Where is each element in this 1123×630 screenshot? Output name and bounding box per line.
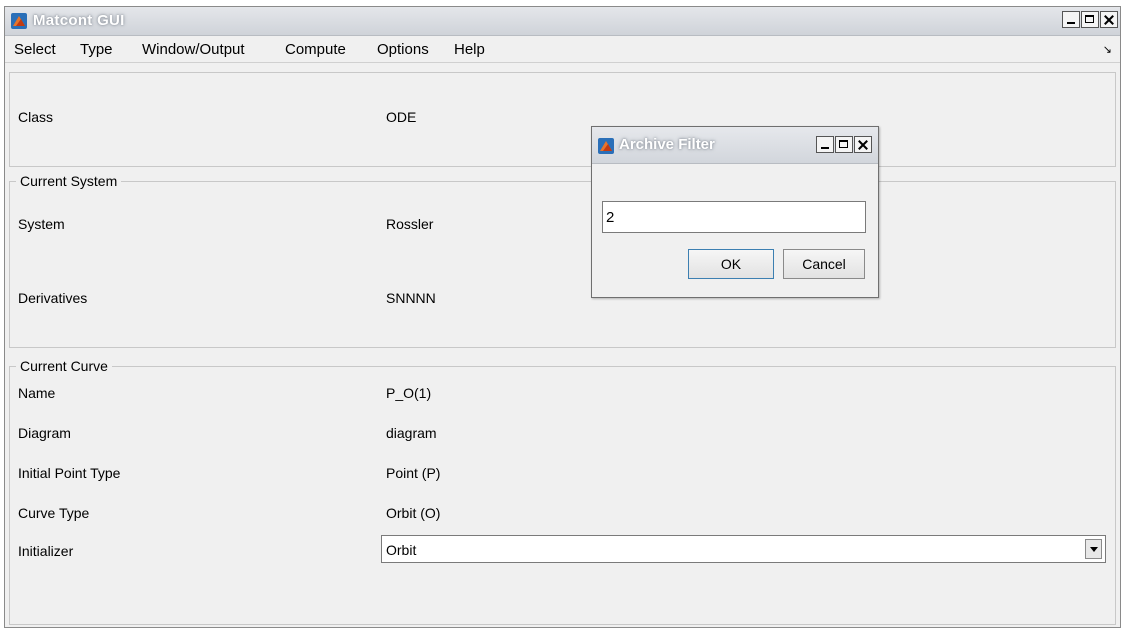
initializer-value: Orbit <box>386 542 417 558</box>
derivatives-value: SNNNN <box>386 290 436 306</box>
menu-compute[interactable]: Compute <box>285 41 346 58</box>
title-bar[interactable]: Matcont GUI <box>5 7 1120 36</box>
class-value: ODE <box>386 109 417 125</box>
dock-arrow-icon[interactable]: ↘ <box>1103 43 1112 56</box>
window-title: Matcont GUI <box>33 12 125 29</box>
initializer-label: Initializer <box>18 543 74 559</box>
matlab-icon <box>11 13 27 29</box>
dialog-close-button[interactable] <box>854 136 872 153</box>
current-curve-legend: Current Curve <box>16 358 112 374</box>
curve-name-label: Name <box>18 385 56 401</box>
dialog-maximize-button[interactable] <box>835 136 853 153</box>
minimize-button[interactable] <box>1062 11 1080 28</box>
curve-type-label: Curve Type <box>18 505 90 521</box>
dropdown-arrow-icon[interactable] <box>1085 539 1102 559</box>
menu-type[interactable]: Type <box>80 41 113 58</box>
system-label: System <box>18 216 65 232</box>
archive-filter-dialog: Archive Filter OK Cancel <box>591 126 879 298</box>
dialog-title: Archive Filter <box>619 136 715 153</box>
menu-window-output[interactable]: Window/Output <box>142 41 245 58</box>
ok-button[interactable]: OK <box>688 249 774 279</box>
diagram-label: Diagram <box>18 425 71 441</box>
initial-point-type-label: Initial Point Type <box>18 465 121 481</box>
derivatives-label: Derivatives <box>18 290 88 306</box>
close-button[interactable] <box>1100 11 1118 28</box>
menu-bar: Select Type Window/Output Compute Option… <box>5 36 1120 63</box>
matlab-icon <box>598 138 614 154</box>
cancel-button[interactable]: Cancel <box>783 249 865 279</box>
diagram-value: diagram <box>386 425 437 441</box>
class-label: Class <box>18 109 54 125</box>
menu-options[interactable]: Options <box>377 41 429 58</box>
curve-type-value: Orbit (O) <box>386 505 441 521</box>
class-panel: Class ODE <box>9 72 1116 167</box>
initializer-select[interactable]: Orbit <box>381 535 1106 563</box>
dialog-title-bar[interactable]: Archive Filter <box>592 127 878 164</box>
menu-help[interactable]: Help <box>454 41 485 58</box>
menu-select[interactable]: Select <box>14 41 56 58</box>
initial-point-type-value: Point (P) <box>386 465 441 481</box>
current-curve-panel: Current Curve Name P_O(1) Diagram diagra… <box>9 358 1116 625</box>
current-system-panel: Current System System Rossler Derivative… <box>9 173 1116 348</box>
curve-name-value: P_O(1) <box>386 385 432 401</box>
filter-input[interactable] <box>602 201 866 233</box>
dialog-minimize-button[interactable] <box>816 136 834 153</box>
system-value: Rossler <box>386 216 434 232</box>
maximize-button[interactable] <box>1081 11 1099 28</box>
current-system-legend: Current System <box>16 173 122 189</box>
